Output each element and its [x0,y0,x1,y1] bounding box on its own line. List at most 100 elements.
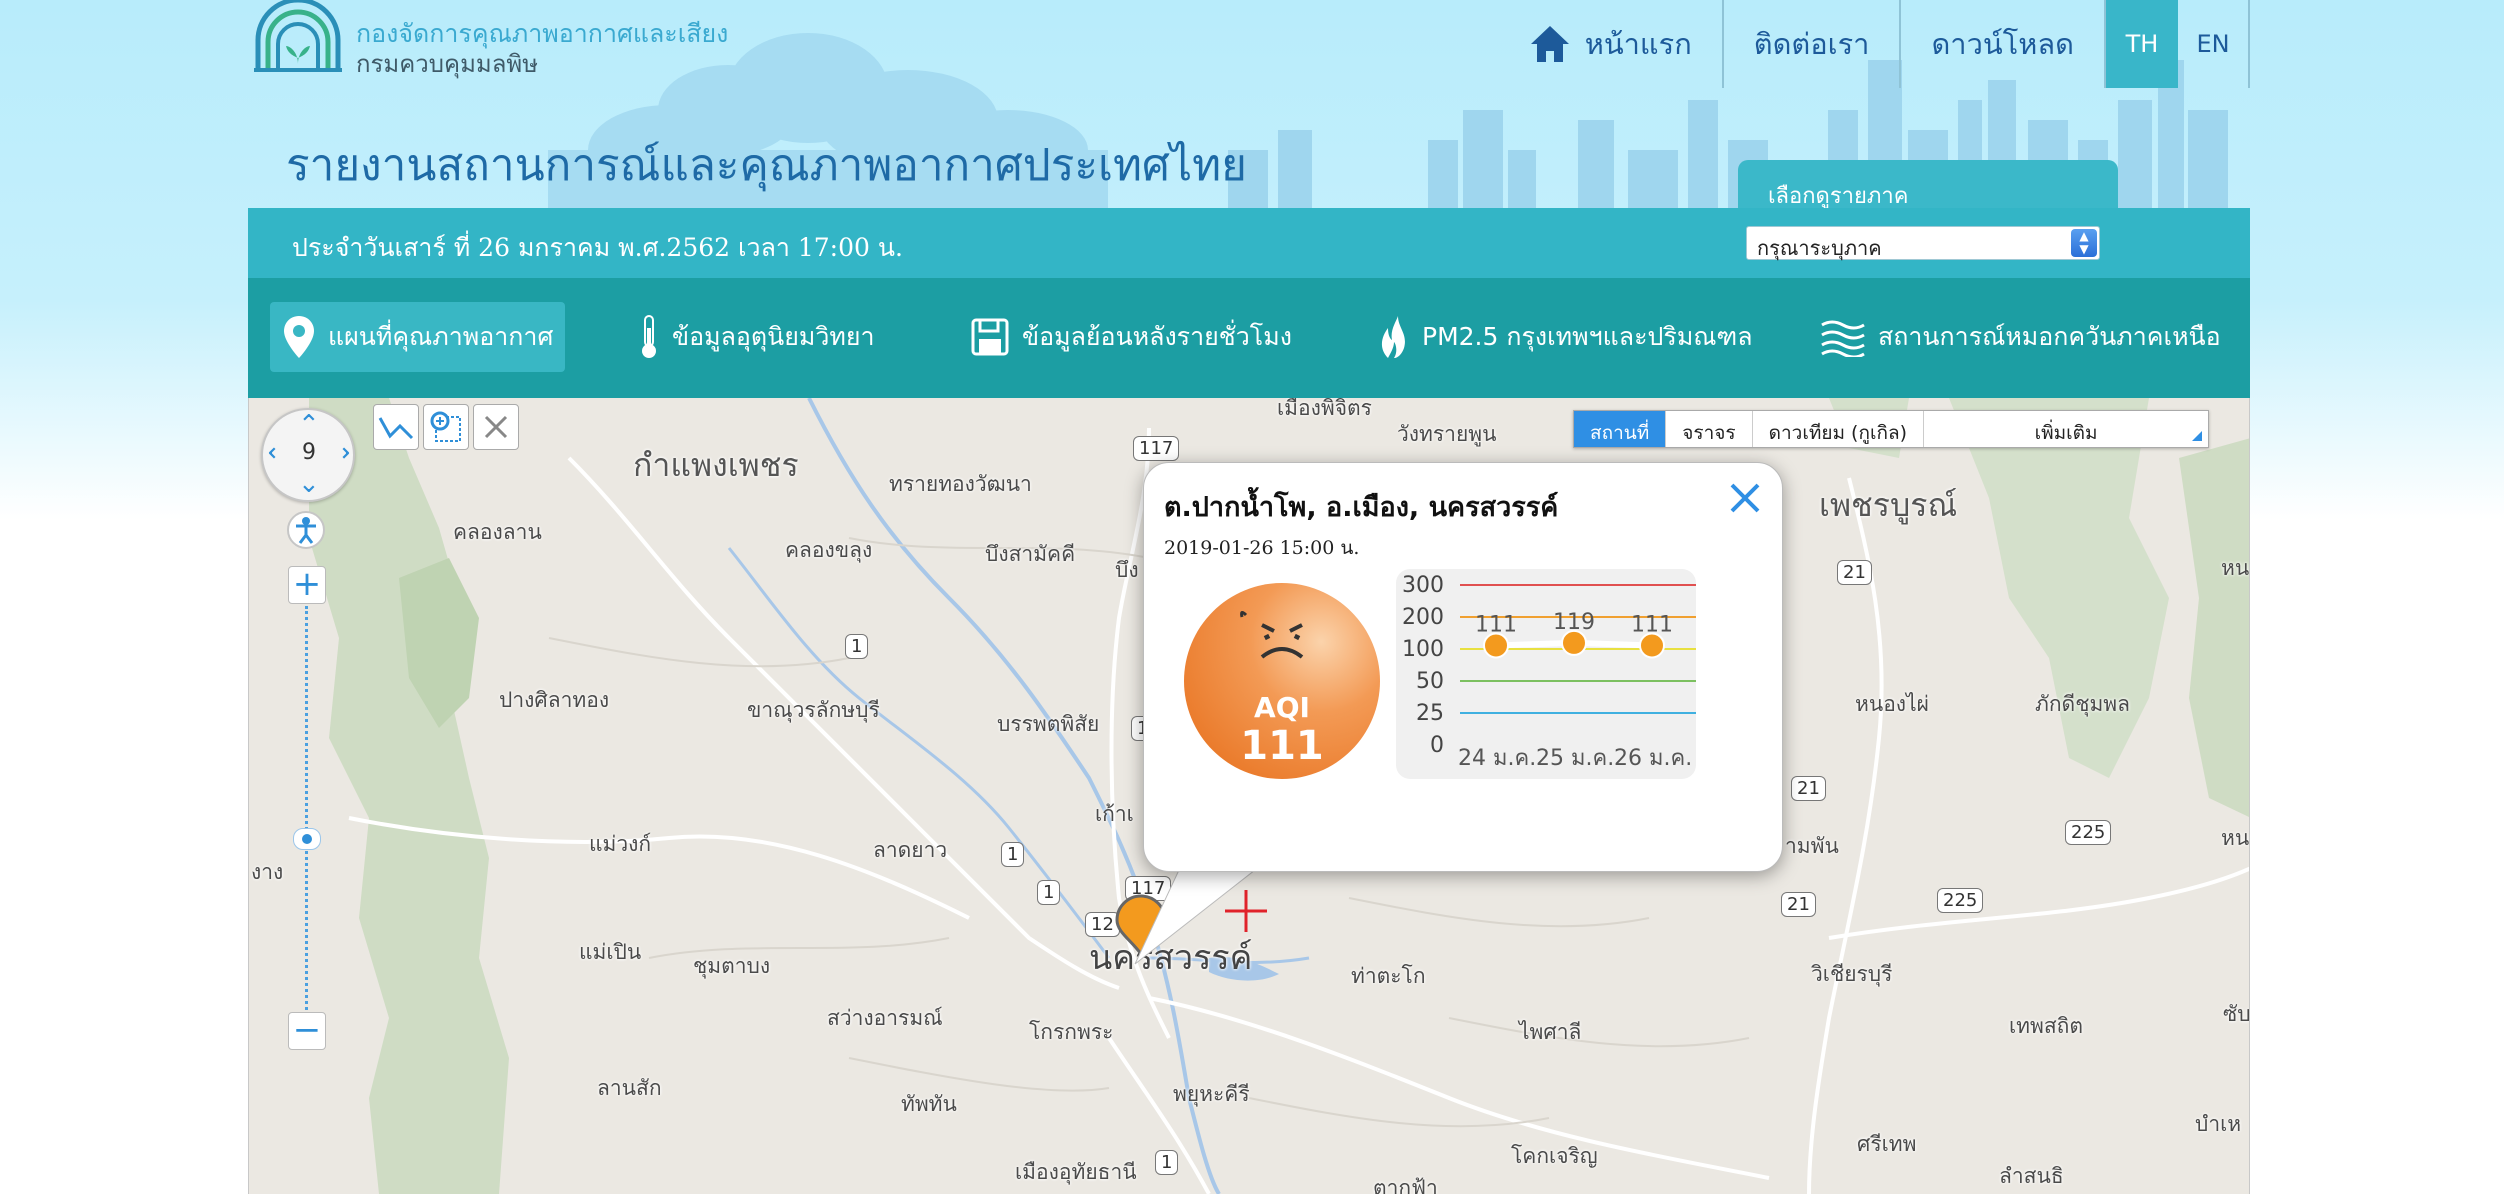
tab-air-quality-map-label: แผนที่คุณภาพอากาศ [328,322,554,351]
aqi-label: AQI [1254,691,1310,724]
date-bar: ประจำวันเสาร์ ที่ 26 มกราคม พ.ศ.2562 เวล… [248,208,2250,278]
zoom-in-button[interactable]: + [288,566,326,604]
tab-pm25-bangkok-label: PM2.5 กรุงเทพฯและปริมณฑล [1422,322,1753,351]
place-label: คลองขลุง [785,538,873,562]
place-label: หนองบั [2221,556,2250,580]
zoom-slider-handle[interactable] [293,828,321,850]
clear-button[interactable] [473,404,519,450]
place-label: โคกเจริญ [1511,1144,1598,1168]
place-label: วิเชียรบุรี [1811,962,1893,986]
place-label: ามพัน [1785,834,1839,858]
data-label: 111 [1475,612,1517,637]
place-label: บรรพตพิสัย [997,712,1100,736]
region-tab: เลือกดูรายภาค [1738,160,2118,212]
place-label: หนองไผ่ [1855,692,1929,716]
place-label: ลำสนธิ [1999,1164,2064,1188]
place-label: ตากฟ้า [1373,1176,1438,1194]
tab-northern-haze[interactable]: สถานการณ์หมอกควันภาคเหนือ [1820,302,2221,372]
map-type-places[interactable]: สถานที่ [1574,411,1667,447]
lang-th-button[interactable]: TH [2106,0,2178,88]
close-icon[interactable] [1728,481,1762,515]
station-info-popup: ต.ปากน้ำโพ, อ.เมือง, นครสวรรค์ 2019-01-2… [1143,462,1783,872]
zoom-slider-track[interactable] [305,606,309,1010]
road-shield: 1 [1001,842,1025,867]
close-icon [484,415,508,439]
pan-up-icon[interactable]: ⌃ [298,412,320,438]
place-label: แม่วงก์ [589,832,652,856]
data-label: 119 [1553,610,1595,635]
zoom-area-icon [430,411,461,442]
nav-contact-label: ติดต่อเรา [1753,27,1870,61]
nav-download[interactable]: ดาวน์โหลด [1901,0,2106,88]
station-name: ต.ปากน้ำโพ, อ.เมือง, นครสวรรค์ [1164,492,1559,523]
measure-line-button[interactable] [373,404,419,450]
tab-meteorology[interactable]: ข้อมูลอุตุนิยมวิทยา [638,302,875,372]
place-label: งาง [251,860,284,884]
map-type-satellite[interactable]: ดาวเทียม (กูเกิล) [1753,411,1925,447]
place-label: โกรกพระ [1029,1020,1114,1044]
place-label: คลองลาน [453,520,542,544]
report-date: ประจำวันเสาร์ ที่ 26 มกราคม พ.ศ.2562 เวล… [292,233,903,262]
place-label: ศรีเทพ [1857,1132,1917,1156]
polyline-icon [378,417,414,440]
region-select[interactable]: กรุณาระบุภาค ▲ ▼ [1746,226,2100,260]
place-label: วังทรายพูน [1397,422,1497,446]
nav-home[interactable]: หน้าแรก [1499,0,1724,88]
nav-contact[interactable]: ติดต่อเรา [1724,0,1902,88]
place-label: ชุมตาบง [693,954,771,978]
main-navigation: แผนที่คุณภาพอากาศ ข้อมูลอุตุนิยมวิทยา ข้… [248,278,2250,398]
place-label: เทพสถิต [2009,1014,2084,1038]
place-label: บึงสามัคคี [985,542,1076,566]
road-shield: 225 [1937,888,1984,913]
map-type-more[interactable]: เพิ่มเติม [1924,411,2208,447]
map-pin-icon [284,316,314,358]
tab-pm25-bangkok[interactable]: PM2.5 กรุงเทพฯและปริมณฑล [1376,302,1753,372]
y-tick-label: 0 [1430,733,1444,758]
tab-hourly-history[interactable]: ข้อมูลย้อนหลังรายชั่วโมง [970,302,1292,372]
map-type-traffic[interactable]: จราจร [1666,411,1753,447]
zoom-level: 9 [302,440,316,465]
place-label: เมืองพิจิตร [1277,398,1372,420]
save-icon [971,318,1009,356]
road-shield: 1 [1155,1150,1179,1175]
place-label: ท่าตะโก [1351,964,1426,988]
road-shield: 1 [1037,880,1061,905]
pcd-logo[interactable] [248,0,348,76]
place-label: ลาดยาว [873,838,948,862]
tab-hourly-history-label: ข้อมูลย้อนหลังรายชั่วโมง [1022,322,1292,351]
place-label: พยุหะคีรี [1173,1082,1250,1106]
road-shield: 225 [2065,820,2112,845]
air-quality-map[interactable]: กำแพงเพชร เพชรบูรณ์ นครสวรรค์ คลองลาน คล… [248,398,2250,1194]
haze-icon [1821,320,1865,357]
top-navigation: หน้าแรก ติดต่อเรา ดาวน์โหลด TH EN [1499,0,2250,88]
place-label: บึง [1115,558,1139,582]
road-shield: 21 [1781,892,1816,917]
place-label: บำเห [2195,1112,2242,1136]
place-label: ขาณุวรลักษบุรี [747,698,880,722]
y-tick-label: 100 [1402,637,1444,662]
pan-control[interactable]: ⌃ ⌃ ⌃ ⌃ 9 [261,408,355,502]
pan-down-icon[interactable]: ⌃ [298,466,320,496]
pan-left-icon[interactable]: ⌃ [265,442,295,464]
place-label: ซับใ [2223,1002,2250,1026]
person-icon [296,517,316,544]
tab-air-quality-map[interactable]: แผนที่คุณภาพอากาศ [270,302,566,372]
region-select-value: กรุณาระบุภาค [1757,236,1882,260]
street-view-button[interactable] [287,511,325,549]
tab-meteorology-label: ข้อมูลอุตุนิยมวิทยา [672,322,875,351]
place-label: เมืองอุทัยธานี [1015,1160,1137,1184]
zoom-area-button[interactable] [423,404,469,450]
popup-pointer [1134,869,1253,965]
ministry-name: กรมควบคุมมลพิษ [356,50,539,78]
zoom-out-button[interactable]: − [288,1012,326,1050]
x-tick-label: 26 ม.ค. [1614,746,1692,771]
y-tick-label: 300 [1402,573,1444,598]
road-shield: 21 [1791,776,1826,801]
pan-right-icon[interactable]: ⌃ [323,442,353,464]
home-icon [1530,26,1569,62]
place-label: สว่างอารมณ์ [827,1006,943,1030]
place-label: ทรายทองวัฒนา [889,472,1032,496]
lang-en-button[interactable]: EN [2178,0,2250,88]
x-tick-label: 24 ม.ค. [1458,746,1536,771]
road-shield: 21 [1837,560,1872,585]
